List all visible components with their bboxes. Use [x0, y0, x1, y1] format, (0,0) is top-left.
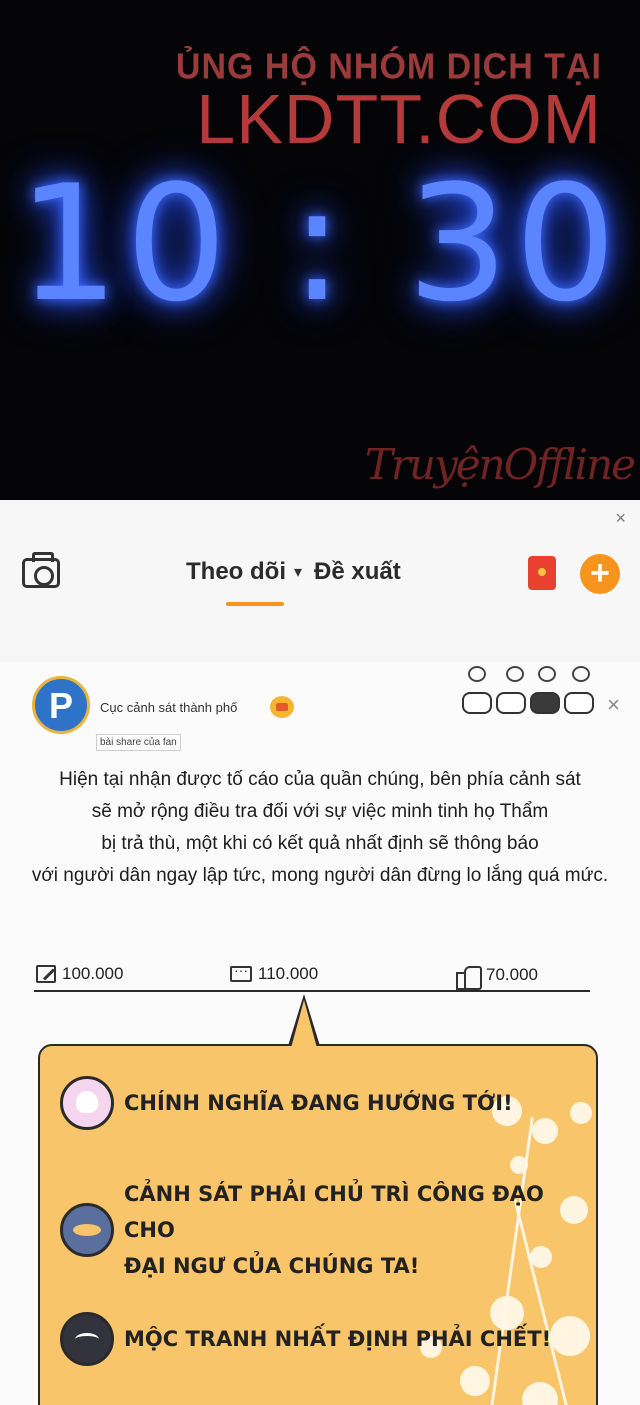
- clock-display: 10 : 30: [17, 150, 623, 337]
- avatar-letter-icon: P: [48, 685, 73, 726]
- share-icon: [36, 965, 56, 983]
- watermark-line1: ỦNG HỘ NHÓM DỊCH TẠI: [175, 47, 602, 87]
- flower-icon: [550, 1316, 590, 1356]
- comment-item: CHÍNH NGHĨA ĐANG HƯỚNG TỚI!: [60, 1076, 513, 1130]
- cat-sticker-icon: [496, 692, 526, 714]
- comments-bubble: CHÍNH NGHĨA ĐANG HƯỚNG TỚI! CẢNH SÁT PHẢ…: [38, 1044, 598, 1405]
- active-tab-indicator: [226, 602, 284, 606]
- comment-line: CẢNH SÁT PHẢI CHỦ TRÌ CÔNG ĐẠO CHO: [124, 1182, 544, 1242]
- signature-watermark: TruyệnOffline: [364, 440, 636, 489]
- post-line: bị trả thù, một khi có kết quả nhất định…: [101, 833, 539, 854]
- share-count: 100.000: [62, 964, 124, 983]
- close-icon[interactable]: ×: [607, 692, 620, 718]
- comment-item: CẢNH SÁT PHẢI CHỦ TRÌ CÔNG ĐẠO CHO ĐẠI N…: [60, 1176, 596, 1284]
- comment-icon: [230, 962, 252, 982]
- black-cat-sticker-icon: [530, 692, 560, 714]
- comment-stat[interactable]: 110.000: [230, 962, 319, 984]
- feed-tabs: Theo dõi ▾ Đề xuất: [186, 558, 401, 586]
- watermark-site: LKDTT.COM: [196, 80, 602, 158]
- post-body: Hiện tại nhận được tố cáo của quần chúng…: [0, 764, 640, 892]
- comment-line: ĐẠI NGƯ CỦA CHÚNG TA!: [124, 1254, 420, 1278]
- app-header: × Theo dõi ▾ Đề xuất +: [0, 500, 640, 640]
- bird-sticker-icon: [572, 666, 590, 682]
- divider: [34, 990, 590, 992]
- author-name[interactable]: Cục cảnh sát thành phố: [100, 700, 237, 715]
- comment-item: MỘC TRANH NHẤT ĐỊNH PHẢI CHẾT!: [60, 1312, 551, 1366]
- cheese-sticker-icon: [538, 666, 556, 682]
- thumbs-up-icon: [456, 964, 482, 990]
- flower-icon: [460, 1366, 490, 1396]
- post-line: sẽ mở rộng điều tra đối với sự việc minh…: [91, 801, 549, 822]
- comment-count: 110.000: [258, 964, 319, 983]
- post-card: P Cục cảnh sát thành phố bài share của f…: [0, 662, 640, 1405]
- like-count: 70.000: [486, 965, 538, 984]
- post-line: Hiện tại nhận được tố cáo của quần chúng…: [59, 769, 581, 790]
- flower-icon: [532, 1118, 558, 1144]
- close-icon[interactable]: ×: [615, 508, 626, 529]
- like-stat[interactable]: 70.000: [456, 964, 538, 990]
- drink-sticker-icon: [468, 666, 486, 682]
- red-envelope-icon[interactable]: [528, 556, 556, 590]
- share-stat[interactable]: 100.000: [36, 964, 123, 984]
- fish-avatar-icon: [60, 1203, 114, 1257]
- angry-face-avatar-icon: [60, 1312, 114, 1366]
- avatar[interactable]: P: [32, 676, 90, 734]
- tab-follow[interactable]: Theo dõi: [186, 558, 286, 586]
- crown-badge-icon: [270, 696, 294, 718]
- share-tag: bài share của fan: [96, 734, 181, 751]
- bubble-tail-fill: [291, 1000, 317, 1048]
- chevron-down-icon[interactable]: ▾: [294, 562, 302, 582]
- flower-icon: [570, 1102, 592, 1124]
- rabbit-avatar-icon: [60, 1076, 114, 1130]
- clock-panel: ỦNG HỘ NHÓM DỊCH TẠI LKDTT.COM 10 : 30 T…: [0, 0, 640, 500]
- flower-icon: [522, 1382, 558, 1405]
- cat-sticker-icon: [462, 692, 492, 714]
- camera-icon[interactable]: [22, 552, 60, 588]
- add-post-button[interactable]: +: [580, 554, 620, 594]
- comment-text: CHÍNH NGHĨA ĐANG HƯỚNG TỚI!: [124, 1091, 513, 1115]
- comment-text: MỘC TRANH NHẤT ĐỊNH PHẢI CHẾT!: [124, 1327, 552, 1351]
- flower-icon: [510, 1156, 528, 1174]
- sticker-decoration: [462, 662, 602, 722]
- watermark: ỦNG HỘ NHÓM DỊCH TẠI LKDTT.COM: [175, 47, 602, 158]
- post-line: với người dân ngay lập tức, mong người d…: [31, 865, 609, 886]
- comment-text: CẢNH SÁT PHẢI CHỦ TRÌ CÔNG ĐẠO CHO ĐẠI N…: [124, 1176, 596, 1284]
- dog-sticker-icon: [564, 692, 594, 714]
- heart-sticker-icon: [506, 666, 524, 682]
- tab-suggest[interactable]: Đề xuất: [314, 558, 401, 586]
